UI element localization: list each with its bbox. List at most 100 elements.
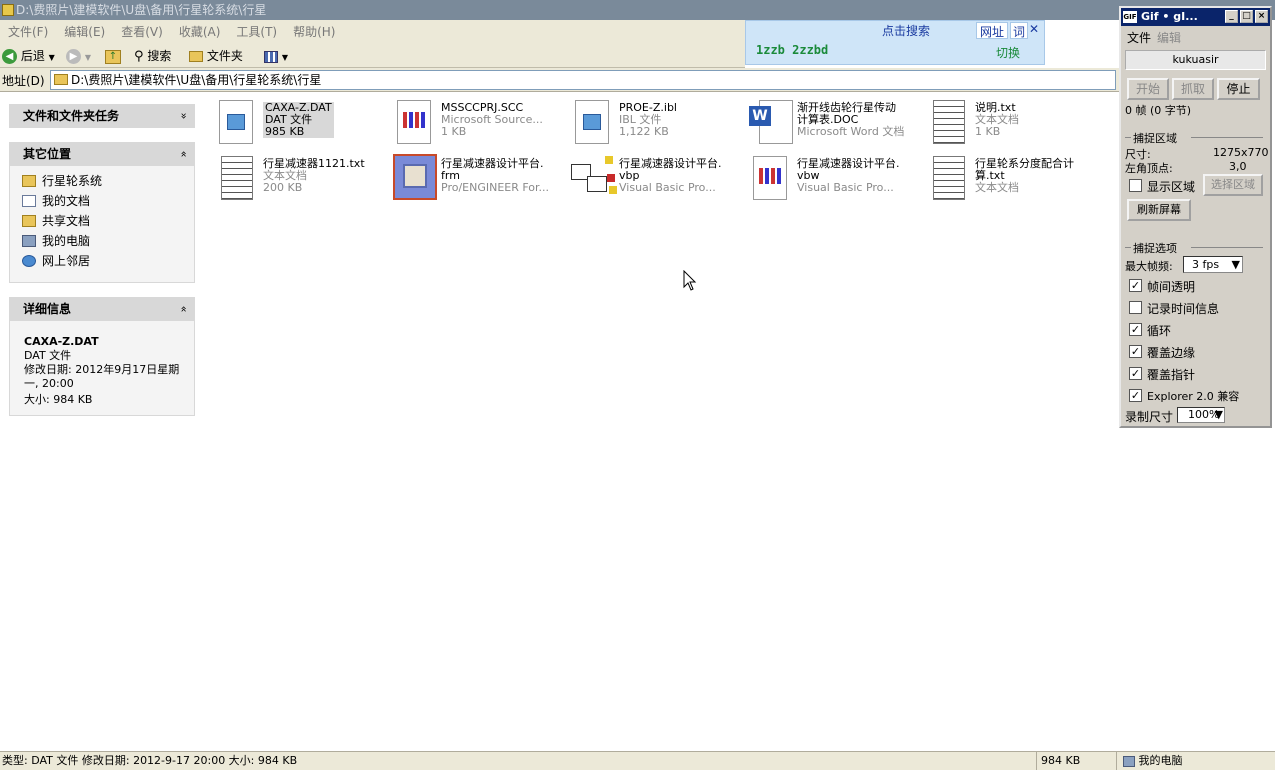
refresh-screen-button[interactable]: 刷新屏幕	[1127, 199, 1191, 221]
place-item-my-documents[interactable]: 我的文档	[22, 192, 90, 210]
opt-loop-label: 循环	[1147, 324, 1172, 338]
file-item[interactable]: 说明.txt 文本文档 1 KB	[927, 98, 1097, 150]
computer-icon	[22, 235, 36, 247]
views-button[interactable]: ▼	[264, 46, 288, 66]
address-bar: 地址(D) D:\费照片\建模软件\U盘\备用\行星轮系统\行星	[0, 68, 1120, 92]
max-fps-select[interactable]: 3 fps ▼	[1183, 256, 1243, 273]
record-size-select[interactable]: 100% ▼	[1177, 407, 1225, 423]
opt-cover-edge-checkbox[interactable]: ✓	[1129, 345, 1142, 358]
file-item[interactable]: 行星减速器设计平台. vbp Visual Basic Pro...	[571, 154, 741, 206]
folders-button[interactable]: 文件夹	[189, 46, 243, 66]
status-location: 我的电脑	[1116, 752, 1274, 770]
status-info: 类型: DAT 文件 修改日期: 2012-9-17 20:00 大小: 984…	[2, 754, 298, 767]
network-icon	[22, 255, 36, 267]
place-item-network[interactable]: 网上邻居	[22, 252, 90, 270]
window-title-bar: D:\费照片\建模软件\U盘\备用\行星轮系统\行星	[0, 0, 1275, 20]
file-item[interactable]: 行星减速器设计平台. frm Pro/ENGINEER For...	[393, 154, 563, 206]
gif-recorder-window: GIF Gif • gI... _ □ × 文件 编辑 kukuasir 开始 …	[1119, 6, 1272, 428]
back-button[interactable]: ◀ 后退 ▼	[2, 46, 55, 66]
file-item[interactable]: 行星轮系分度配合计 算.txt 文本文档	[927, 154, 1097, 206]
opt-record-time-checkbox[interactable]	[1129, 301, 1142, 314]
place-item-my-computer[interactable]: 我的电脑	[22, 232, 90, 250]
file-item[interactable]: CAXA-Z.DAT DAT 文件 985 KB	[215, 98, 385, 150]
word-doc-icon: W	[749, 98, 797, 146]
file-folder-tasks-header[interactable]: 文件和文件夹任务 »	[9, 104, 195, 128]
gif-menu-file[interactable]: 文件	[1127, 29, 1151, 46]
file-item[interactable]: 行星减速器1121.txt 文本文档 200 KB	[215, 154, 385, 206]
details-header[interactable]: 详细信息 «	[9, 297, 195, 321]
back-arrow-icon: ◀	[2, 49, 17, 64]
start-button[interactable]: 开始	[1127, 78, 1169, 100]
close-icon[interactable]: ✕	[1029, 22, 1039, 36]
search-widget: 点击搜索 网址 词 ✕ 1zzb 2zzbd 切换	[745, 20, 1045, 65]
file-item[interactable]: 行星减速器设计平台. vbw Visual Basic Pro...	[749, 154, 919, 206]
vbp-file-icon	[571, 154, 619, 202]
place-item-shared-documents[interactable]: 共享文档	[22, 212, 90, 230]
chevron-down-icon[interactable]: »	[172, 113, 196, 120]
select-region-button[interactable]: 选择区域	[1203, 174, 1263, 196]
text-file-icon	[215, 154, 263, 202]
close-icon[interactable]: ×	[1255, 10, 1268, 23]
file-item[interactable]: MSSCCPRJ.SCC Microsoft Source... 1 KB	[393, 98, 563, 150]
mouse-cursor-icon	[683, 270, 697, 291]
max-fps-label: 最大帧频:	[1125, 260, 1173, 273]
address-label: 地址(D)	[2, 74, 45, 88]
address-input[interactable]: D:\费照片\建模软件\U盘\备用\行星轮系统\行星	[50, 70, 1116, 90]
corner-label: 左角顶点:	[1125, 162, 1173, 175]
window-title: D:\费照片\建模软件\U盘\备用\行星轮系统\行星	[16, 3, 267, 17]
status-size: 984 KB	[1036, 752, 1114, 770]
opt-explorer-compat-checkbox[interactable]: ✓	[1129, 389, 1142, 402]
vbw-file-icon	[749, 154, 797, 202]
dropdown-arrow-icon: ▼	[1231, 258, 1240, 271]
menu-favorites[interactable]: 收藏(A)	[171, 20, 229, 44]
capture-button[interactable]: 抓取	[1172, 78, 1214, 100]
dat-file-icon	[215, 98, 263, 146]
chevron-up-icon[interactable]: «	[172, 151, 196, 158]
opt-cover-pointer-checkbox[interactable]: ✓	[1129, 367, 1142, 380]
menu-edit[interactable]: 编辑(E)	[56, 20, 113, 44]
menu-tools[interactable]: 工具(T)	[228, 20, 285, 44]
toolbar: ◀ 后退 ▼ ▶ ▼ ↑ ⚲ 搜索 文件夹 ▼	[0, 44, 745, 68]
click-search-link[interactable]: 点击搜索	[882, 22, 930, 39]
switch-button[interactable]: 切换	[996, 44, 1020, 61]
opt-loop-checkbox[interactable]: ✓	[1129, 323, 1142, 336]
opt-frame-transparent-checkbox[interactable]: ✓	[1129, 279, 1142, 292]
record-size-label: 录制尺寸	[1125, 410, 1174, 424]
folder-icon	[189, 51, 203, 62]
forward-arrow-icon: ▶	[66, 49, 81, 64]
frm-file-icon	[393, 154, 441, 202]
menu-view[interactable]: 查看(V)	[113, 20, 171, 44]
stop-button[interactable]: 停止	[1217, 78, 1260, 100]
file-item[interactable]: PROE-Z.ibl IBL 文件 1,122 KB	[571, 98, 741, 150]
documents-icon	[22, 195, 36, 207]
other-places-header[interactable]: 其它位置 «	[9, 142, 195, 166]
up-folder-button[interactable]: ↑	[105, 46, 121, 66]
minimize-icon[interactable]: _	[1225, 10, 1238, 23]
menu-bar: 文件(F) 编辑(E) 查看(V) 收藏(A) 工具(T) 帮助(H)	[0, 20, 745, 44]
shared-folder-icon	[22, 215, 36, 227]
opt-cover-edge-label: 覆盖边缘	[1147, 346, 1196, 360]
capture-region-title: 捕捉区域	[1133, 132, 1177, 145]
menu-file[interactable]: 文件(F)	[0, 20, 56, 44]
show-region-checkbox[interactable]	[1129, 179, 1142, 192]
gif-menu-edit[interactable]: 编辑	[1157, 29, 1181, 46]
search-query[interactable]: 1zzb 2zzbd	[756, 43, 828, 57]
file-view: CAXA-Z.DAT DAT 文件 985 KB MSSCCPRJ.SCC Micro…	[205, 92, 1120, 751]
menu-help[interactable]: 帮助(H)	[285, 20, 343, 44]
chevron-up-icon[interactable]: «	[172, 306, 196, 313]
search-button[interactable]: ⚲ 搜索	[134, 46, 171, 66]
forward-button[interactable]: ▶ ▼	[66, 46, 91, 66]
url-button[interactable]: 网址	[976, 22, 1009, 39]
maximize-icon[interactable]: □	[1240, 10, 1253, 23]
details-file-type: DAT 文件	[24, 349, 72, 362]
details-modified: 修改日期: 2012年9月17日星期一, 20:00	[24, 363, 180, 390]
word-button[interactable]: 词	[1010, 22, 1029, 39]
file-item[interactable]: W 渐开线齿轮行星传动 计算表.DOC Microsoft Word 文档	[749, 98, 919, 150]
ibl-file-icon	[571, 98, 619, 146]
place-item-planet-system[interactable]: 行星轮系统	[22, 172, 102, 190]
opt-record-time-label: 记录时间信息	[1147, 302, 1220, 316]
text-file-icon	[927, 98, 975, 146]
corner-value: 3,0	[1229, 160, 1247, 173]
show-region-label: 显示区域	[1147, 180, 1196, 194]
folder-icon	[22, 175, 36, 187]
